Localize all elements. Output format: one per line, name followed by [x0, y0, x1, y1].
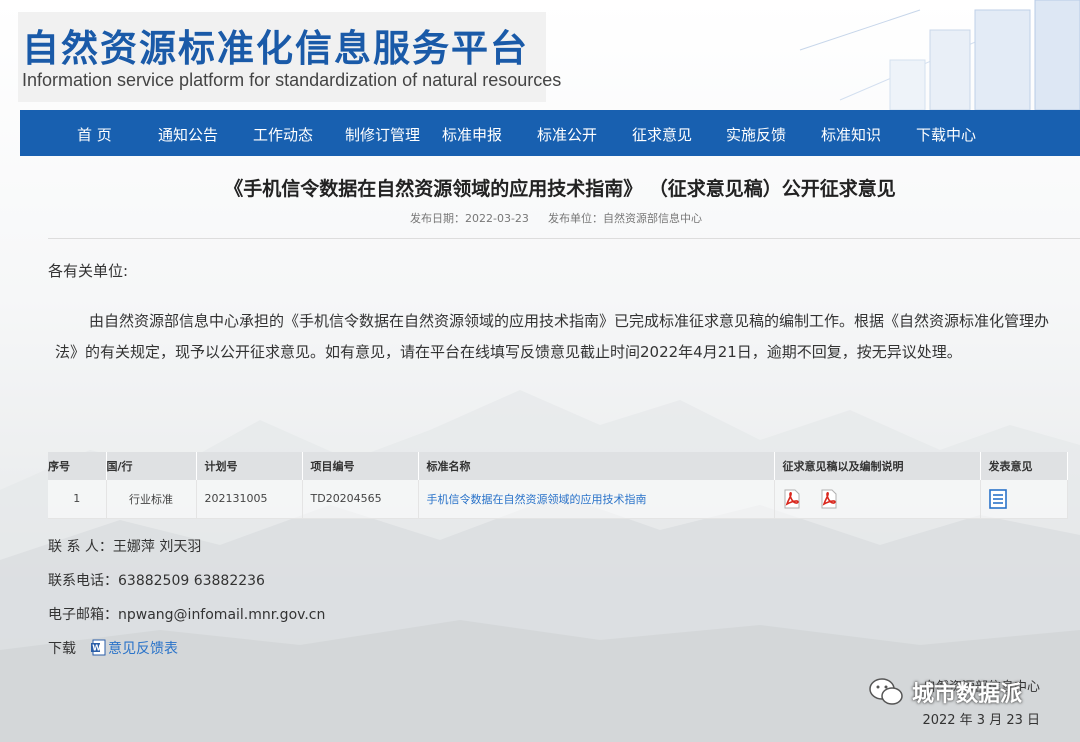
greeting: 各有关单位:	[48, 262, 129, 280]
col-header-submit-opinion: 发表意见	[980, 452, 1068, 480]
wechat-icon	[869, 678, 903, 705]
cell-project-no: TD20204565	[302, 480, 419, 519]
table-row: 1 行业标准 202131005 TD20204565 手机信令数据在自然资源领…	[48, 480, 1068, 519]
col-header-plan-no: 计划号	[196, 452, 303, 480]
pdf-icon[interactable]	[783, 489, 801, 509]
skyline-decoration	[799, 0, 1080, 110]
cell-plan-no: 202131005	[196, 480, 303, 519]
nav-item-notices[interactable]: 通知公告	[158, 124, 218, 145]
signoff-date: 2022 年 3 月 23 日	[922, 713, 1040, 728]
standard-name-link[interactable]: 手机信令数据在自然资源领域的应用技术指南	[427, 493, 647, 506]
nav-item-home[interactable]: 首 页	[77, 124, 112, 145]
feedback-form-icon[interactable]	[988, 488, 1007, 509]
col-header-level: 国/行	[106, 452, 197, 480]
download-label: 下载	[48, 641, 76, 657]
download-row: 下载 W 意见反馈表	[48, 638, 178, 658]
cell-level: 行业标准	[106, 480, 197, 519]
publisher: 发布单位：自然资源部信息中心	[548, 212, 702, 225]
col-header-project-no: 项目编号	[302, 452, 419, 480]
nav-item-consultation[interactable]: 征求意见	[632, 124, 692, 145]
nav-item-standard-knowledge[interactable]: 标准知识	[821, 124, 881, 145]
site-header: 自然资源标准化信息服务平台 Information service platfo…	[0, 0, 1080, 110]
table-header-row: 序号 国/行 计划号 项目编号 标准名称 征求意见稿以及编制说明 发表意见	[48, 452, 1068, 480]
feedback-form-download-link[interactable]: 意见反馈表	[108, 641, 178, 657]
standards-table: 序号 国/行 计划号 项目编号 标准名称 征求意见稿以及编制说明 发表意见 1 …	[48, 452, 1068, 519]
watermark-text: 城市数据派	[912, 682, 1023, 707]
svg-text:W: W	[92, 644, 101, 653]
col-header-draft-docs: 征求意见稿以及编制说明	[774, 452, 981, 480]
contact-person: 联 系 人：王娜萍 刘天羽	[48, 539, 202, 555]
col-header-standard-name: 标准名称	[418, 452, 775, 480]
nav-item-revision-management[interactable]: 制修订管理	[345, 124, 420, 145]
article-title: 《手机信令数据在自然资源领域的应用技术指南》 （征求意见稿）公开征求意见	[224, 178, 896, 200]
contact-phone: 联系电话：63882509 63882236	[48, 573, 265, 589]
contact-email: 电子邮箱：npwang@infomail.mnr.gov.cn	[48, 607, 326, 623]
logo-title-cn: 自然资源标准化信息服务平台	[22, 27, 529, 70]
pdf-icon[interactable]	[820, 489, 838, 509]
nav-item-work-news[interactable]: 工作动态	[253, 124, 313, 145]
cell-submit-opinion	[980, 480, 1068, 519]
nav-item-feedback[interactable]: 实施反馈	[726, 124, 786, 145]
nav-item-standard-disclosure[interactable]: 标准公开	[537, 124, 597, 145]
cell-draft-docs	[774, 480, 981, 519]
cell-standard-name: 手机信令数据在自然资源领域的应用技术指南	[418, 480, 775, 519]
article-body: 由自然资源部信息中心承担的《手机信令数据在自然资源领域的应用技术指南》已完成标准…	[55, 312, 1050, 361]
watermark: 城市数据派	[868, 676, 1022, 708]
main-nav: 首 页 通知公告 工作动态 制修订管理 标准申报 标准公开 征求意见 实施反馈 …	[20, 110, 1080, 156]
nav-item-download-center[interactable]: 下载中心	[916, 124, 976, 145]
logo-title-en: Information service platform for standar…	[22, 70, 562, 90]
site-logo[interactable]: 自然资源标准化信息服务平台 Information service platfo…	[18, 12, 561, 102]
col-header-no: 序号	[48, 452, 107, 480]
publish-date: 发布日期：2022-03-23	[410, 212, 529, 225]
divider	[48, 238, 1080, 239]
cell-no: 1	[48, 480, 107, 519]
word-doc-icon[interactable]: W	[90, 639, 106, 656]
nav-item-standard-application[interactable]: 标准申报	[442, 124, 502, 145]
